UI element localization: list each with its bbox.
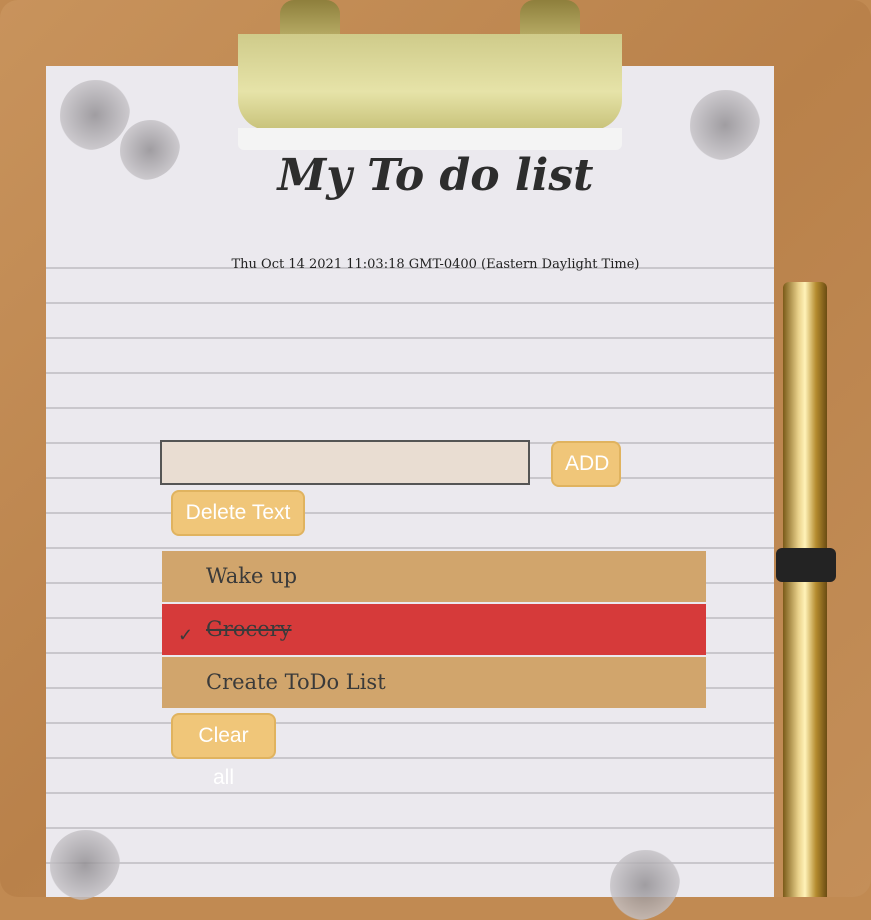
delete-text-button[interactable]: Delete Text [171, 490, 305, 536]
clip-plate [238, 34, 622, 130]
task-list: Wake up ✓ Grocery Create ToDo List [162, 551, 706, 710]
task-label: Wake up [206, 564, 298, 588]
list-item[interactable]: Create ToDo List [162, 657, 706, 708]
list-item[interactable]: Wake up [162, 551, 706, 602]
pen-decoration [783, 282, 827, 897]
page-title: My To do list [277, 150, 594, 201]
task-label: Create ToDo List [206, 670, 386, 694]
clip-edge [238, 128, 622, 150]
current-datetime: Thu Oct 14 2021 11:03:18 GMT-0400 (Easte… [231, 257, 640, 272]
pen-band [776, 548, 836, 582]
clear-all-button[interactable]: Clear all [171, 713, 276, 789]
add-button[interactable]: ADD [551, 441, 621, 487]
task-label: Grocery [206, 617, 292, 641]
list-item-completed[interactable]: ✓ Grocery [162, 604, 706, 655]
clipboard-clip [238, 0, 622, 152]
task-input[interactable] [160, 440, 530, 485]
check-icon: ✓ [178, 625, 194, 646]
acorn-bottom-decoration-icon [610, 850, 680, 920]
